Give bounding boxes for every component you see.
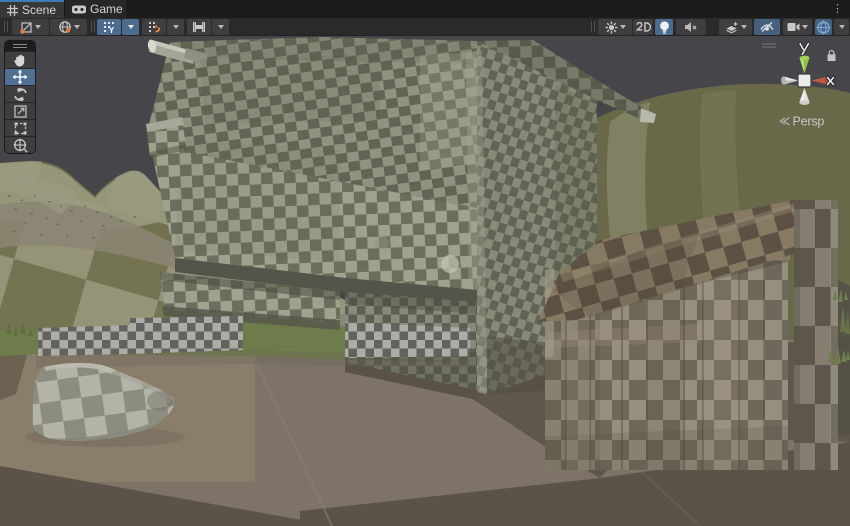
svg-text:Persp: Persp	[793, 115, 825, 129]
svg-text:Y: Y	[108, 26, 114, 34]
